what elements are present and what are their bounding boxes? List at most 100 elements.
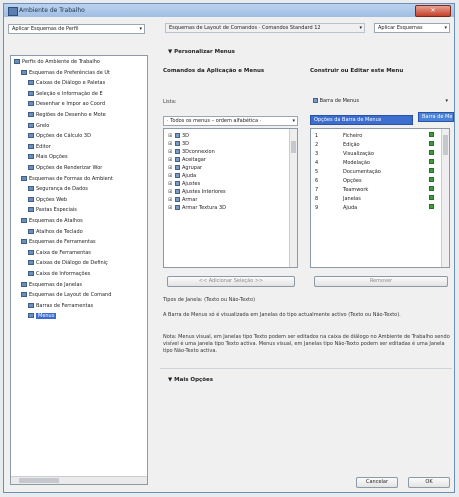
tree-item-icon bbox=[28, 260, 34, 266]
command-row[interactable]: ⊞ 3Dconnexion bbox=[168, 148, 215, 156]
command-row[interactable]: ⊞ Armar Textura 3D bbox=[168, 204, 226, 212]
ok-button[interactable]: OK bbox=[408, 477, 450, 488]
command-row[interactable]: ⊞ Ajustes Interiores bbox=[168, 188, 226, 196]
command-label: Agrupar bbox=[182, 165, 203, 171]
expand-icon[interactable]: ⊞ bbox=[168, 204, 173, 212]
menu-item-row[interactable]: 9 Ajuda bbox=[315, 204, 441, 212]
expand-icon[interactable]: ⊞ bbox=[168, 156, 173, 164]
tree-item-label: Opções de Renderizar Wor bbox=[36, 165, 103, 171]
menu-bar-icon bbox=[313, 98, 318, 103]
chevron-down-icon: ▾ bbox=[444, 25, 447, 31]
tree-item[interactable]: Pastas Especiais bbox=[28, 206, 77, 214]
menu-item-label: Edição bbox=[343, 142, 360, 148]
tree-hscroll-thumb[interactable] bbox=[19, 478, 59, 483]
tree-item[interactable]: Opções Web bbox=[28, 196, 67, 204]
chevron-down-icon: ▾ bbox=[445, 98, 448, 104]
tree-item[interactable]: Menus bbox=[28, 312, 57, 320]
menu-icon bbox=[175, 189, 180, 194]
tree-hscrollbar[interactable] bbox=[11, 476, 147, 484]
commands-vscroll-thumb[interactable] bbox=[291, 141, 296, 153]
tree-item-icon bbox=[21, 292, 27, 298]
expand-icon[interactable]: ⊞ bbox=[168, 164, 173, 172]
expand-icon[interactable]: ⊞ bbox=[168, 188, 173, 196]
tree-item[interactable]: Caixas de Diálogo e Paletas bbox=[28, 79, 105, 87]
tree-item-label: Esquemas de Janelas bbox=[29, 281, 82, 288]
menu-item-row[interactable]: 7 Teamwork bbox=[315, 186, 441, 194]
tree-item[interactable]: Esquemas de Formas do Ambient bbox=[21, 175, 113, 183]
title-bar: Ambiente de Trabalho ✕ bbox=[4, 4, 454, 17]
tree-item[interactable]: Caixa de Informações bbox=[28, 270, 90, 278]
command-row[interactable]: ⊞ Aceitagar bbox=[168, 156, 206, 164]
tree-item[interactable]: Segurança de Dados bbox=[28, 185, 88, 193]
tree-item[interactable]: Perfis do Ambiente de Trabalho bbox=[14, 58, 100, 66]
tree-item-label: Atalhos de Teclado bbox=[36, 228, 83, 235]
section-more-options[interactable]: ▼ Mais Opções bbox=[168, 377, 213, 383]
expand-icon[interactable]: ⊞ bbox=[168, 132, 173, 140]
list-filter-combo[interactable]: · Todos os menus – ordem alfabética · ▾ bbox=[163, 116, 298, 126]
cancel-button[interactable]: Cancelar bbox=[356, 477, 398, 488]
command-label: Armar Textura 3D bbox=[182, 205, 226, 211]
command-row[interactable]: ⊞ Armar bbox=[168, 196, 197, 204]
command-row[interactable]: ⊞ Ajustes bbox=[168, 180, 200, 188]
profile-scheme-combo[interactable]: Aplicar Esquemas de Perfil ▾ bbox=[8, 24, 145, 34]
apply-scheme-combo[interactable]: Aplicar Esquemas ▾ bbox=[374, 23, 450, 33]
menu-item-row[interactable]: 8 Janelas bbox=[315, 195, 441, 203]
tree-item[interactable]: Esquemas de Layout de Comand bbox=[21, 291, 111, 299]
expand-icon[interactable]: ⊞ bbox=[168, 180, 173, 188]
menu-item-label: Janelas bbox=[343, 196, 361, 202]
chevron-down-icon: ▾ bbox=[139, 26, 142, 32]
menu-item-row[interactable]: 5 Documentação bbox=[315, 168, 441, 176]
window-type-text: Tipos de Janela: (Texto ou Não-Texto) bbox=[163, 297, 256, 303]
tree-item[interactable]: Caixas de Diálogo de Definiç bbox=[28, 259, 108, 267]
menu-vscroll-thumb[interactable] bbox=[443, 135, 448, 155]
command-row[interactable]: ⊞ Agrupar bbox=[168, 164, 202, 172]
expand-icon[interactable]: ⊞ bbox=[168, 148, 173, 156]
expand-icon[interactable]: ⊞ bbox=[168, 172, 173, 180]
tree-item[interactable]: Grelo bbox=[28, 122, 49, 130]
app-icon bbox=[8, 7, 18, 16]
menu-item-row[interactable]: 1 Ficheiro bbox=[315, 132, 441, 140]
tree-item[interactable]: Opções de Renderizar Wor bbox=[28, 164, 102, 172]
remove-button[interactable]: Remover bbox=[314, 276, 448, 287]
tree-item[interactable]: Esquemas de Preferências de Ut bbox=[21, 69, 110, 77]
menu-vscrollbar[interactable] bbox=[441, 129, 449, 267]
tree-item[interactable]: Editor bbox=[28, 143, 51, 151]
add-selection-button[interactable]: << Adicionar Seleção >> bbox=[167, 276, 295, 287]
command-row[interactable]: ⊞ 3D bbox=[168, 132, 189, 140]
tree-item[interactable]: Seleção e Informação de E bbox=[28, 90, 103, 98]
tree-item[interactable]: Esquemas de Ferramentas bbox=[21, 238, 96, 246]
tree-item-label: Regiões de Desenho e Mote bbox=[36, 112, 106, 118]
tree-item[interactable]: Esquemas de Atalhos bbox=[21, 217, 83, 225]
commands-vscrollbar[interactable] bbox=[289, 129, 297, 267]
tree-item[interactable]: Barras de Ferramentas bbox=[28, 302, 93, 310]
section-customize-menus[interactable]: ▼ Personalizar Menus bbox=[168, 49, 235, 55]
menu-item-row[interactable]: 4 Modelação bbox=[315, 159, 441, 167]
dragged-menu-item[interactable]: Barra de Me bbox=[418, 112, 454, 122]
menu-items-list[interactable]: 1 Ficheiro 2 Edição 3 Visualização 4 Modelação 5… bbox=[310, 128, 450, 268]
menu-item-row[interactable]: 2 Edição bbox=[315, 141, 441, 149]
tree-item-label: Segurança de Dados bbox=[36, 186, 88, 193]
tree-item[interactable]: Caixa de Ferramentas bbox=[28, 249, 91, 257]
selected-menu-option[interactable]: Opções da Barra de Menus bbox=[310, 115, 413, 125]
commands-list[interactable]: ⊞ 3D ⊞ 3D ⊞ 3Dconnexion ⊞ Aceitagar ⊞ Agrupar ⊞ Aju… bbox=[163, 128, 298, 268]
expand-icon[interactable]: ⊞ bbox=[168, 196, 173, 204]
settings-tree[interactable]: Perfis do Ambiente de Trabalho Esquemas d… bbox=[10, 55, 148, 485]
menu-item-row[interactable]: 3 Visualização bbox=[315, 150, 441, 158]
layout-scheme-combo[interactable]: Esquemas de Layout de Comandos · Comando… bbox=[165, 23, 365, 33]
close-button[interactable]: ✕ bbox=[415, 5, 451, 17]
tree-item-label: Caixa de Ferramentas bbox=[36, 249, 91, 256]
menu-select-combo[interactable]: Barra de Menus ▾ bbox=[310, 97, 450, 107]
tree-item[interactable]: Mais Opções bbox=[28, 153, 68, 161]
tree-item[interactable]: Regiões de Desenho e Mote bbox=[28, 111, 106, 119]
profile-scheme-value: Aplicar Esquemas de Perfil bbox=[12, 26, 79, 32]
menu-item-row[interactable]: 6 Opções bbox=[315, 177, 441, 185]
command-row[interactable]: ⊞ 3D bbox=[168, 140, 189, 148]
tree-item-label: Perfis do Ambiente de Trabalho bbox=[22, 59, 100, 65]
tree-item[interactable]: Atalhos de Teclado bbox=[28, 228, 83, 236]
tree-item[interactable]: Desenhar e Impor ao Coord bbox=[28, 100, 105, 108]
tree-item-label: Esquemas de Atalhos bbox=[29, 218, 83, 224]
expand-icon[interactable]: ⊞ bbox=[168, 140, 173, 148]
command-row[interactable]: ⊞ Ajuda bbox=[168, 172, 196, 180]
tree-item[interactable]: Opções de Cálculo 3D bbox=[28, 132, 91, 140]
tree-item[interactable]: Esquemas de Janelas bbox=[21, 281, 82, 289]
